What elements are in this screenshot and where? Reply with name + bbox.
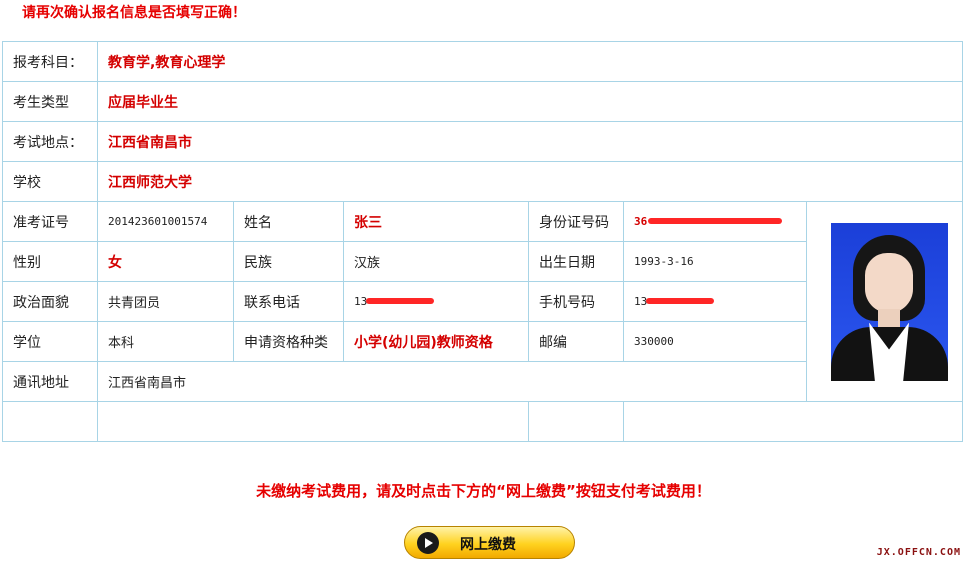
online-payment-button[interactable]: 网上缴费: [404, 526, 575, 559]
degree-label: 学位: [2, 321, 98, 362]
empty-cell: [2, 401, 98, 442]
ethnicity-label: 民族: [233, 241, 344, 282]
address-value: 江西省南昌市: [97, 361, 807, 402]
applicant-photo: [831, 222, 949, 381]
empty-cell: [97, 401, 529, 442]
id-no-value: 36: [634, 215, 648, 228]
political-status-label: 政治面貌: [2, 281, 98, 322]
row-exam-location: 考试地点： 江西省南昌市: [2, 121, 964, 162]
online-payment-label: 网上缴费: [460, 537, 516, 553]
site-watermark: JX.OFFCN.COM: [876, 547, 961, 558]
photo-cell: [805, 201, 964, 402]
redaction-mark: [648, 218, 782, 224]
payment-notice: 未缴纳考试费用，请及时点击下方的“网上缴费”按钮支付考试费用！: [256, 482, 711, 500]
empty-cell: [622, 401, 964, 442]
birth-date-value: 1993-3-16: [623, 241, 807, 282]
postcode-value: 330000: [623, 321, 807, 362]
subject-label: 报考科目：: [2, 41, 98, 82]
gender-value: 女: [97, 241, 234, 282]
play-icon: [417, 532, 439, 554]
mobile-label: 手机号码: [528, 281, 624, 322]
phone-label: 联系电话: [233, 281, 344, 322]
political-status-value: 共青团员: [97, 281, 234, 322]
redaction-mark: [646, 298, 714, 304]
ticket-no-value: 201423601001574: [97, 201, 234, 242]
qualification-type-label: 申请资格种类: [233, 321, 344, 362]
id-no-masked: 36: [634, 215, 782, 228]
mobile-masked: 13: [634, 295, 714, 308]
exam-location-value: 江西省南昌市: [96, 121, 964, 162]
degree-value: 本科: [97, 321, 234, 362]
id-no-label: 身份证号码: [528, 201, 624, 242]
row-subject: 报考科目： 教育学,教育心理学: [2, 41, 964, 82]
phone-cell: 13: [343, 281, 529, 322]
row-ticket: 准考证号 201423601001574 姓名 张三 身份证号码 36: [2, 201, 964, 402]
ethnicity-value: 汉族: [343, 241, 529, 282]
empty-cell: [528, 401, 624, 442]
gender-label: 性别: [2, 241, 98, 282]
school-value: 江西师范大学: [96, 161, 964, 202]
exam-location-label: 考试地点：: [2, 121, 98, 162]
postcode-label: 邮编: [528, 321, 624, 362]
subject-value: 教育学,教育心理学: [96, 41, 964, 82]
school-label: 学校: [2, 161, 98, 202]
phone-masked: 13: [354, 295, 434, 308]
mobile-cell: 13: [623, 281, 807, 322]
redaction-mark: [366, 298, 434, 304]
id-no-cell: 36: [623, 201, 807, 242]
category-value: 应届毕业生: [96, 81, 964, 122]
row-school: 学校 江西师范大学: [2, 161, 964, 202]
ticket-no-label: 准考证号: [2, 201, 98, 242]
row-empty: [2, 401, 964, 442]
address-label: 通讯地址: [2, 361, 98, 402]
registration-info-table: 报考科目： 教育学,教育心理学 考生类型 应届毕业生 考试地点： 江西省南昌市 …: [2, 41, 964, 442]
qualification-type-value: 小学(幼儿园)教师资格: [343, 321, 529, 362]
row-category: 考生类型 应届毕业生: [2, 81, 964, 122]
confirm-notice: 请再次确认报名信息是否填写正确！: [22, 5, 246, 21]
birth-date-label: 出生日期: [528, 241, 624, 282]
category-label: 考生类型: [2, 81, 98, 122]
name-value: 张三: [343, 201, 529, 242]
name-label: 姓名: [233, 201, 344, 242]
